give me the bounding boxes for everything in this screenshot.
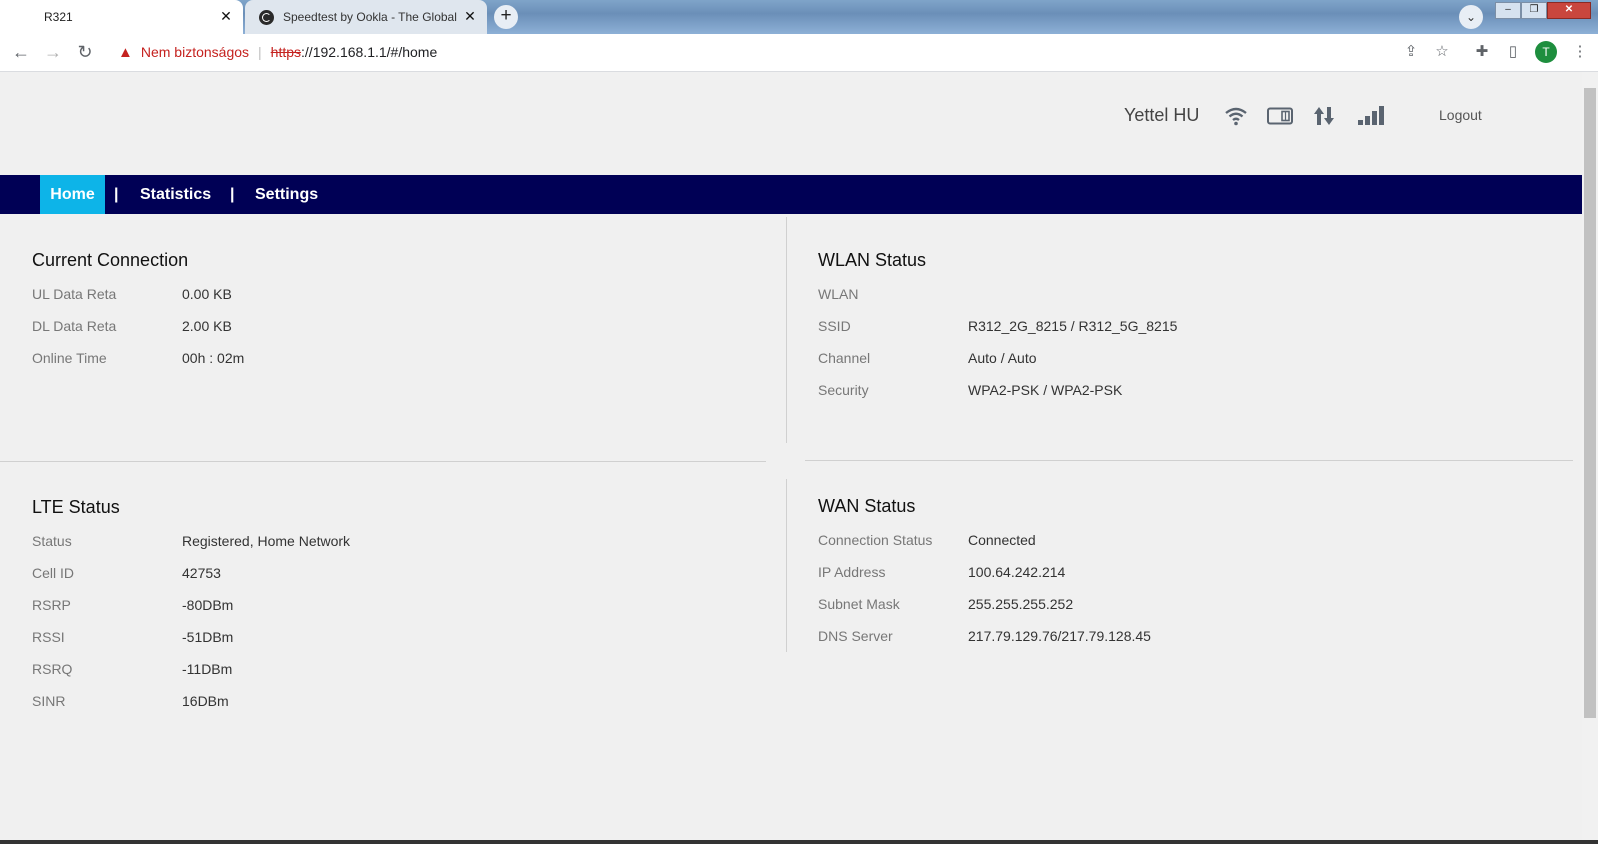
dl-data-rate-label: DL Data Reta xyxy=(32,318,117,334)
url-path: ://192.168.1.1/#/home xyxy=(301,44,438,60)
rssi-label: RSSI xyxy=(32,629,65,645)
data-transfer-arrows-icon xyxy=(1314,107,1334,125)
dns-server-value: 217.79.129.76/217.79.128.45 xyxy=(968,628,1151,644)
share-icon[interactable]: ⇪ xyxy=(1402,43,1420,61)
ssid-label: SSID xyxy=(818,318,851,334)
profile-avatar[interactable]: T xyxy=(1535,41,1557,63)
page-scrollbar[interactable] xyxy=(1582,72,1598,840)
sim-card-icon xyxy=(1267,107,1293,125)
tab-title: R321 xyxy=(44,10,73,24)
wlan-label: WLAN xyxy=(818,286,859,302)
main-navigation: Home | Statistics | Settings xyxy=(0,175,1582,214)
ul-data-rate-label: UL Data Reta xyxy=(32,286,117,302)
sinr-value: 16DBm xyxy=(182,693,229,709)
warning-triangle-icon: ▲ xyxy=(118,43,133,61)
security-label: Security xyxy=(818,382,869,398)
wan-status-title: WAN Status xyxy=(818,496,916,516)
browser-tab-strip: R321 ✕ Speedtest by Ookla - The Global ✕… xyxy=(0,0,1598,34)
ip-address-label: IP Address xyxy=(818,564,886,580)
address-bar[interactable]: ▲ Nem biztonságos | https ://192.168.1.1… xyxy=(108,37,1590,67)
wlan-status-title: WLAN Status xyxy=(818,250,927,270)
nav-separator: | xyxy=(114,186,119,203)
panel-divider-vertical xyxy=(786,479,787,652)
close-tab-icon[interactable]: ✕ xyxy=(219,9,233,23)
rsrq-label: RSRQ xyxy=(32,661,73,677)
nav-settings[interactable]: Settings xyxy=(255,175,318,214)
nav-separator: | xyxy=(230,186,235,203)
scrollbar-thumb[interactable] xyxy=(1584,88,1596,718)
nav-home[interactable]: Home xyxy=(40,175,105,214)
speedtest-favicon-icon xyxy=(259,9,274,25)
tab-r321[interactable]: R321 ✕ xyxy=(0,0,243,34)
back-arrow-icon[interactable]: ← xyxy=(11,42,31,62)
security-value: WPA2-PSK / WPA2-PSK xyxy=(968,382,1123,398)
current-connection-title: Current Connection xyxy=(32,250,189,270)
window-controls: – ❐ ✕ xyxy=(1495,2,1591,19)
extensions-puzzle-icon[interactable]: ✚ xyxy=(1473,43,1491,61)
signal-strength-icon xyxy=(1358,106,1384,125)
subnet-mask-label: Subnet Mask xyxy=(818,596,900,612)
forward-arrow-icon[interactable]: → xyxy=(43,42,63,62)
panel-divider-horizontal xyxy=(0,461,766,462)
subnet-mask-value: 255.255.255.252 xyxy=(968,596,1074,612)
ul-data-rate-value: 0.00 KB xyxy=(182,286,232,302)
rssi-value: -51DBm xyxy=(182,629,234,645)
more-menu-icon[interactable]: ⋮ xyxy=(1571,43,1589,61)
tab-speedtest[interactable]: Speedtest by Ookla - The Global ✕ xyxy=(245,0,487,34)
logout-link[interactable]: Logout xyxy=(1439,107,1482,123)
connection-status-value: Connected xyxy=(968,532,1036,548)
channel-value: Auto / Auto xyxy=(968,350,1037,366)
restore-button[interactable]: ❐ xyxy=(1521,2,1547,19)
reload-icon[interactable]: ↻ xyxy=(75,42,95,62)
rsrp-label: RSRP xyxy=(32,597,71,613)
lte-status-label: Status xyxy=(32,533,72,549)
dl-data-rate-value: 2.00 KB xyxy=(182,318,232,334)
rsrp-value: -80DBm xyxy=(182,597,234,613)
security-status-label[interactable]: Nem biztonságos xyxy=(141,44,249,60)
browser-toolbar: ← → ↻ ▲ Nem biztonságos | https ://192.1… xyxy=(0,34,1598,72)
new-tab-button[interactable]: + xyxy=(494,5,518,29)
url-scheme: https xyxy=(270,44,302,60)
online-time-value: 00h : 02m xyxy=(182,350,245,366)
panel-divider-vertical xyxy=(786,217,787,443)
panel-divider-horizontal xyxy=(805,460,1573,461)
tab-title: Speedtest by Ookla - The Global xyxy=(283,10,457,24)
dns-server-label: DNS Server xyxy=(818,628,893,644)
nav-statistics[interactable]: Statistics xyxy=(140,175,211,214)
lte-status-title: LTE Status xyxy=(32,497,120,517)
cell-id-value: 42753 xyxy=(182,565,221,581)
address-divider: | xyxy=(258,44,262,60)
ssid-value: R312_2G_8215 / R312_5G_8215 xyxy=(968,318,1178,334)
side-panel-icon[interactable]: ▯ xyxy=(1504,43,1522,61)
channel-label: Channel xyxy=(818,350,871,366)
cell-id-label: Cell ID xyxy=(32,565,75,581)
online-time-label: Online Time xyxy=(32,350,107,366)
tab-search-chevron-icon[interactable]: ⌄ xyxy=(1459,5,1483,29)
window-close-button[interactable]: ✕ xyxy=(1547,2,1591,19)
lte-status-value: Registered, Home Network xyxy=(182,533,351,549)
sinr-label: SINR xyxy=(32,693,66,709)
ip-address-value: 100.64.242.214 xyxy=(968,564,1066,580)
bookmark-star-icon[interactable]: ☆ xyxy=(1433,43,1451,61)
carrier-name: Yettel HU xyxy=(1124,105,1200,125)
wifi-icon xyxy=(1225,107,1247,126)
bottom-edge xyxy=(0,840,1598,854)
connection-status-label: Connection Status xyxy=(818,532,933,548)
close-tab-icon[interactable]: ✕ xyxy=(463,9,477,23)
minimize-button[interactable]: – xyxy=(1495,2,1521,19)
rsrq-value: -11DBm xyxy=(182,661,233,677)
